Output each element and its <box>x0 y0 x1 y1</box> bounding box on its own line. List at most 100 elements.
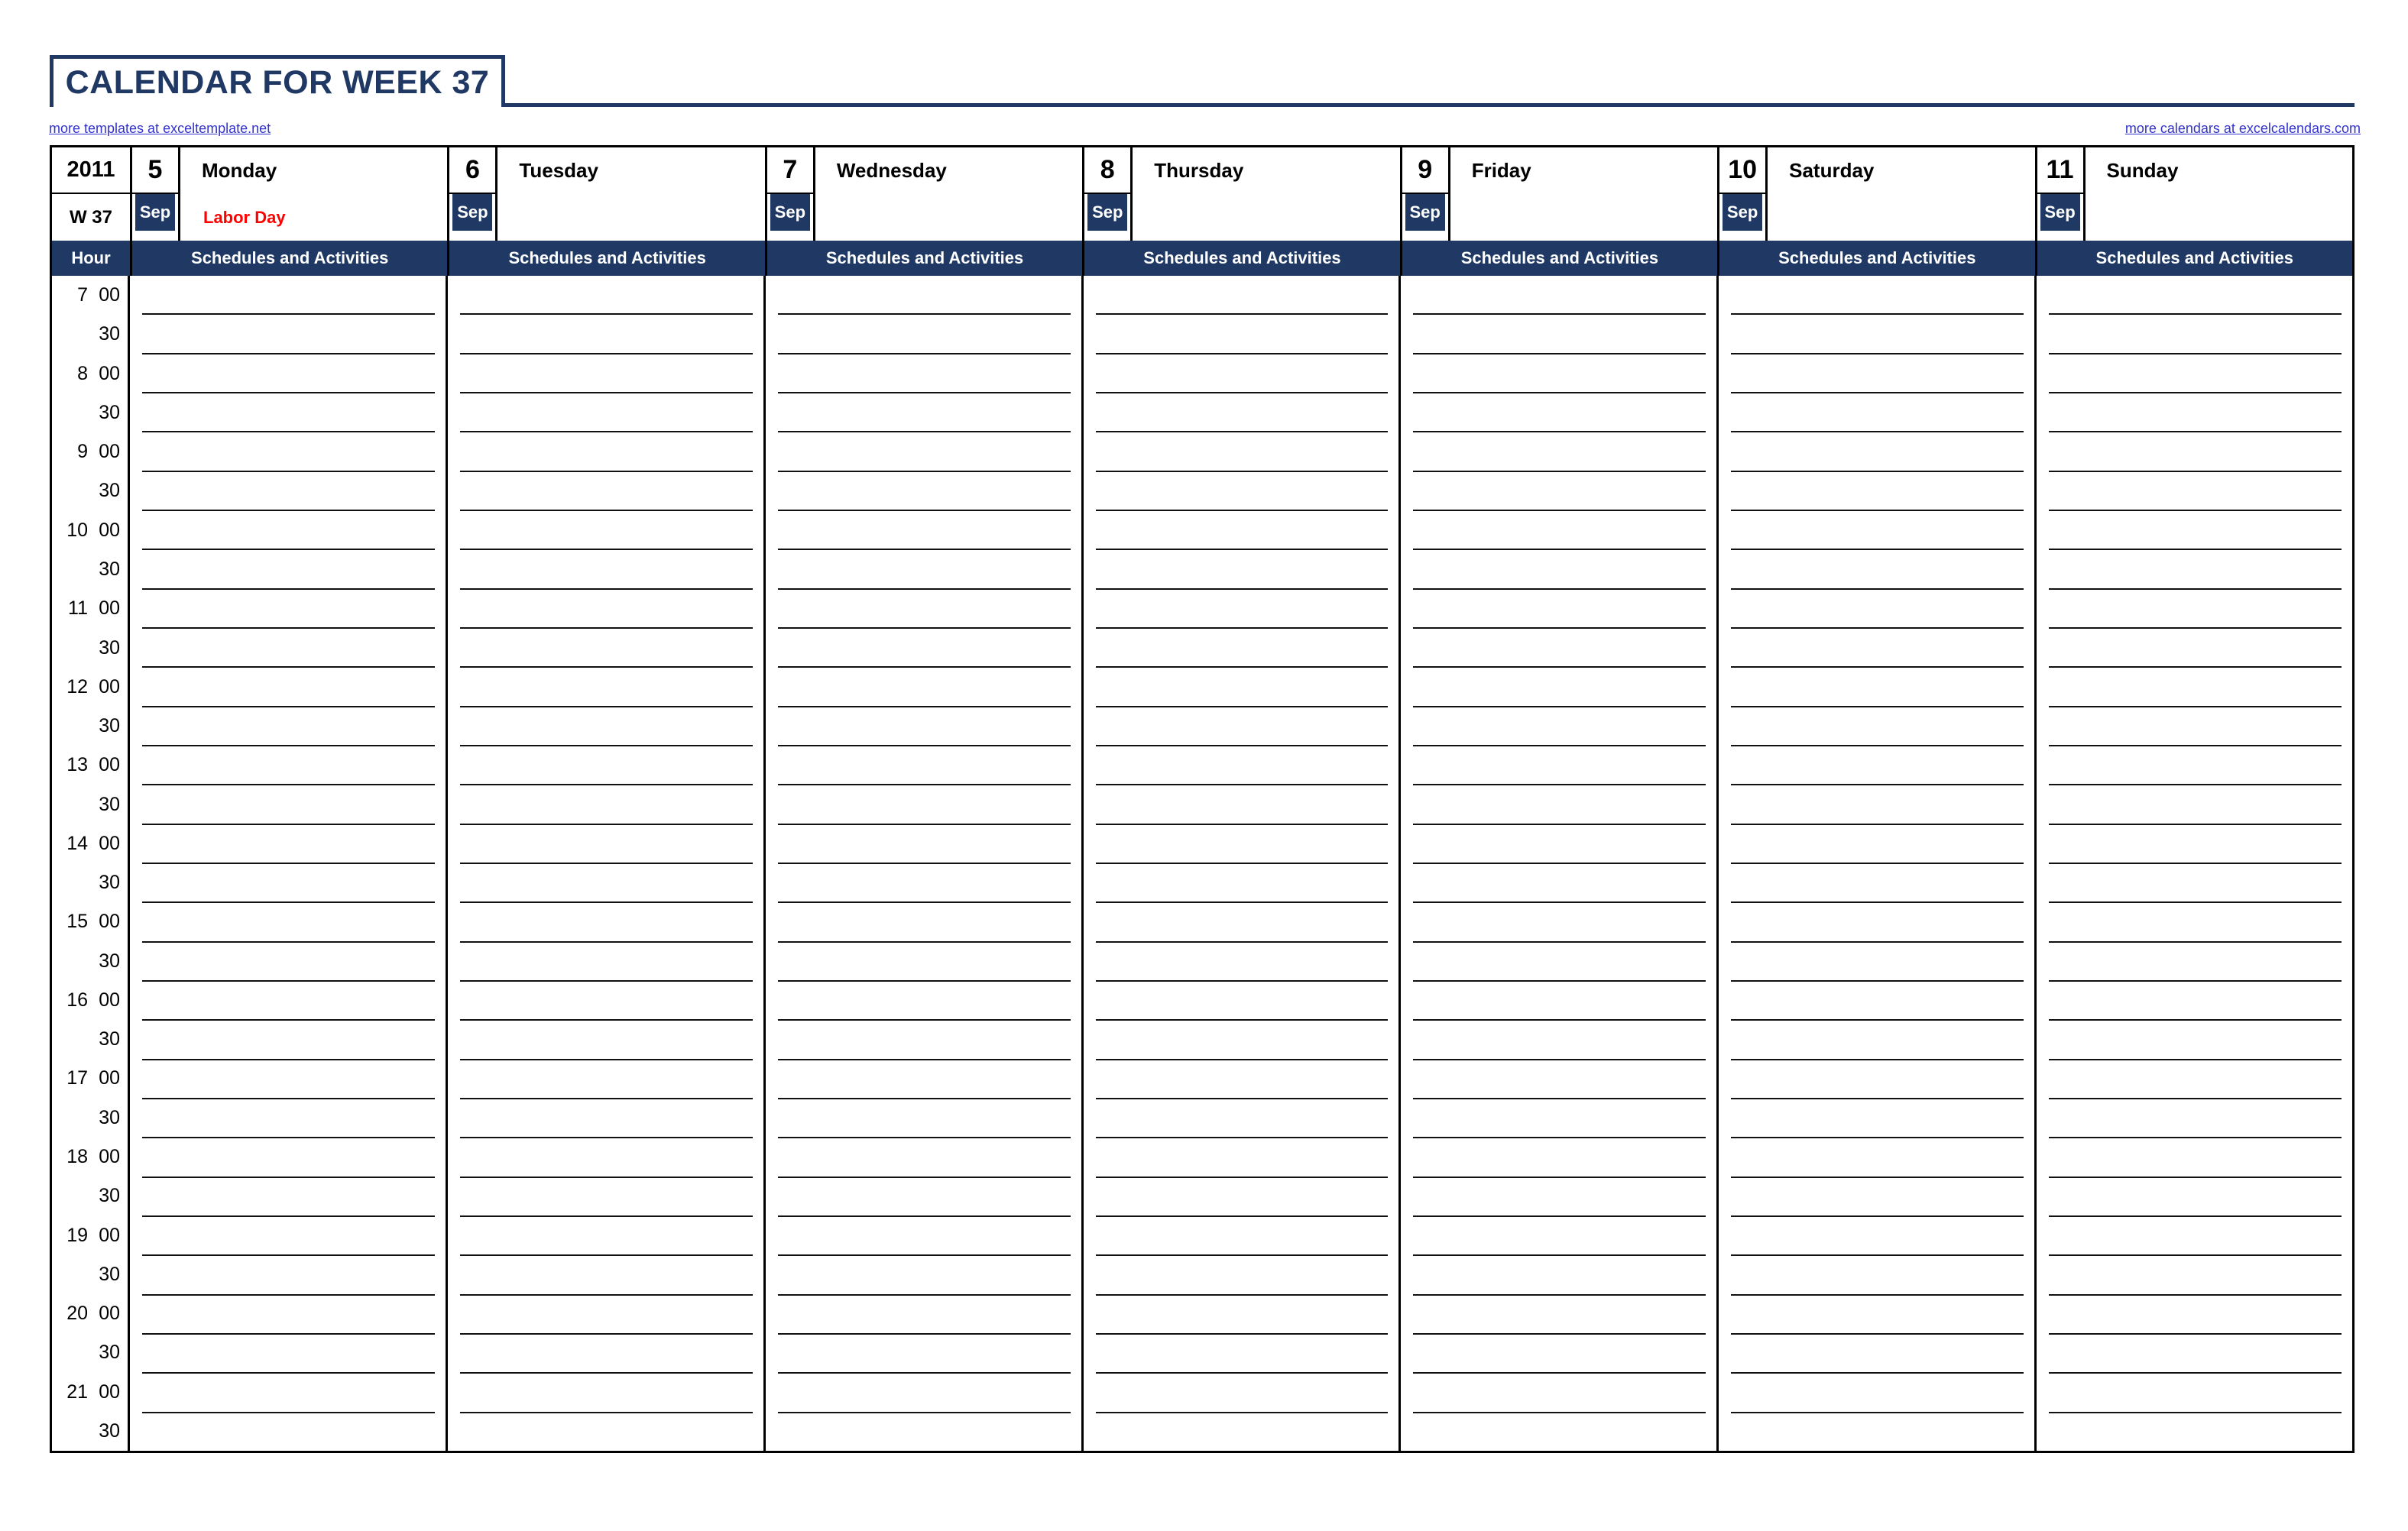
schedule-entry-line[interactable] <box>1413 432 1706 472</box>
schedule-entry-line[interactable] <box>459 1217 753 1257</box>
schedule-entry-line[interactable] <box>1095 472 1389 511</box>
schedule-entry-line[interactable] <box>1731 511 2024 551</box>
schedule-entry-line[interactable] <box>2049 746 2342 786</box>
schedule-entry-line[interactable] <box>1413 746 1706 786</box>
schedule-entry-line[interactable] <box>142 1296 435 1335</box>
schedule-entry-line[interactable] <box>1095 1296 1389 1335</box>
schedule-entry-line[interactable] <box>2049 982 2342 1021</box>
schedule-entry-line[interactable] <box>1095 864 1389 904</box>
schedule-entry-line[interactable] <box>459 1178 753 1217</box>
schedule-entry-line[interactable] <box>777 943 1071 982</box>
schedule-entry-line[interactable] <box>142 943 435 982</box>
schedule-entry-line[interactable] <box>777 785 1071 825</box>
schedule-entry-line[interactable] <box>1413 590 1706 629</box>
schedule-entry-line[interactable] <box>459 354 753 393</box>
schedule-entry-line[interactable] <box>1731 707 2024 746</box>
schedule-entry-line[interactable] <box>1413 1335 1706 1374</box>
schedule-entry-line[interactable] <box>1413 354 1706 393</box>
schedule-entry-line[interactable] <box>1413 707 1706 746</box>
schedule-entry-line[interactable] <box>142 1256 435 1296</box>
schedule-entry-line[interactable] <box>142 511 435 551</box>
schedule-entry-line[interactable] <box>1731 1021 2024 1060</box>
schedule-entry-line[interactable] <box>777 354 1071 393</box>
schedule-entry-line[interactable] <box>777 1217 1071 1257</box>
schedule-entry-line[interactable] <box>142 1413 435 1451</box>
schedule-entry-line[interactable] <box>1095 1060 1389 1099</box>
schedule-entry-line[interactable] <box>1413 550 1706 590</box>
exceltemplate-link[interactable]: more templates at exceltemplate.net <box>49 121 271 137</box>
schedule-entry-line[interactable] <box>1413 1413 1706 1451</box>
schedule-entry-line[interactable] <box>1731 393 2024 433</box>
day-column-monday[interactable] <box>130 276 448 1451</box>
schedule-entry-line[interactable] <box>142 629 435 668</box>
schedule-entry-line[interactable] <box>2049 315 2342 354</box>
schedule-entry-line[interactable] <box>1731 1335 2024 1374</box>
schedule-entry-line[interactable] <box>777 393 1071 433</box>
schedule-entry-line[interactable] <box>1413 943 1706 982</box>
schedule-entry-line[interactable] <box>1731 1138 2024 1178</box>
schedule-entry-line[interactable] <box>777 707 1071 746</box>
schedule-entry-line[interactable] <box>1413 1256 1706 1296</box>
schedule-entry-line[interactable] <box>777 1296 1071 1335</box>
schedule-entry-line[interactable] <box>1095 1138 1389 1178</box>
schedule-entry-line[interactable] <box>142 903 435 943</box>
day-column-wednesday[interactable] <box>766 276 1084 1451</box>
schedule-entry-line[interactable] <box>460 1413 753 1451</box>
schedule-entry-line[interactable] <box>1731 903 2024 943</box>
schedule-entry-line[interactable] <box>1413 1217 1706 1257</box>
schedule-entry-line[interactable] <box>1095 707 1389 746</box>
schedule-entry-line[interactable] <box>1095 825 1389 864</box>
schedule-entry-line[interactable] <box>1413 1374 1706 1413</box>
day-column-tuesday[interactable] <box>448 276 766 1451</box>
schedule-entry-line[interactable] <box>1095 1099 1389 1139</box>
schedule-entry-line[interactable] <box>2049 1217 2342 1257</box>
schedule-entry-line[interactable] <box>2049 1413 2342 1451</box>
schedule-entry-line[interactable] <box>1731 1296 2024 1335</box>
schedule-entry-line[interactable] <box>777 1374 1071 1413</box>
schedule-entry-line[interactable] <box>777 1099 1071 1139</box>
schedule-entry-line[interactable] <box>142 590 435 629</box>
schedule-entry-line[interactable] <box>459 785 753 825</box>
schedule-entry-line[interactable] <box>459 511 753 551</box>
schedule-entry-line[interactable] <box>459 315 753 354</box>
schedule-entry-line[interactable] <box>459 1296 753 1335</box>
schedule-entry-line[interactable] <box>1731 668 2024 707</box>
schedule-entry-line[interactable] <box>459 864 753 904</box>
schedule-entry-line[interactable] <box>1731 1413 2024 1451</box>
schedule-entry-line[interactable] <box>777 511 1071 551</box>
schedule-entry-line[interactable] <box>777 315 1071 354</box>
schedule-entry-line[interactable] <box>1096 1413 1389 1451</box>
schedule-entry-line[interactable] <box>1095 550 1389 590</box>
schedule-entry-line[interactable] <box>1095 1374 1389 1413</box>
schedule-entry-line[interactable] <box>777 1335 1071 1374</box>
schedule-entry-line[interactable] <box>1095 315 1389 354</box>
schedule-entry-line[interactable] <box>459 668 753 707</box>
schedule-entry-line[interactable] <box>459 943 753 982</box>
schedule-entry-line[interactable] <box>459 707 753 746</box>
schedule-entry-line[interactable] <box>459 590 753 629</box>
schedule-entry-line[interactable] <box>142 354 435 393</box>
schedule-entry-line[interactable] <box>142 550 435 590</box>
schedule-entry-line[interactable] <box>459 1060 753 1099</box>
schedule-entry-line[interactable] <box>1095 746 1389 786</box>
schedule-entry-line[interactable] <box>777 472 1071 511</box>
schedule-entry-line[interactable] <box>1731 1060 2024 1099</box>
schedule-entry-line[interactable] <box>1413 1021 1706 1060</box>
schedule-entry-line[interactable] <box>1413 1138 1706 1178</box>
schedule-entry-line[interactable] <box>1731 629 2024 668</box>
schedule-entry-line[interactable] <box>2049 629 2342 668</box>
schedule-entry-line[interactable] <box>142 1138 435 1178</box>
schedule-entry-line[interactable] <box>2049 1256 2342 1296</box>
schedule-entry-line[interactable] <box>459 1256 753 1296</box>
schedule-entry-line[interactable] <box>142 1099 435 1139</box>
schedule-entry-line[interactable] <box>1413 472 1706 511</box>
day-column-friday[interactable] <box>1401 276 1719 1451</box>
schedule-entry-line[interactable] <box>2049 1099 2342 1139</box>
schedule-entry-line[interactable] <box>459 1335 753 1374</box>
schedule-entry-line[interactable] <box>1731 825 2024 864</box>
schedule-entry-line[interactable] <box>2049 550 2342 590</box>
schedule-entry-line[interactable] <box>1731 550 2024 590</box>
schedule-entry-line[interactable] <box>1095 629 1389 668</box>
schedule-entry-line[interactable] <box>777 432 1071 472</box>
schedule-entry-line[interactable] <box>2049 393 2342 433</box>
